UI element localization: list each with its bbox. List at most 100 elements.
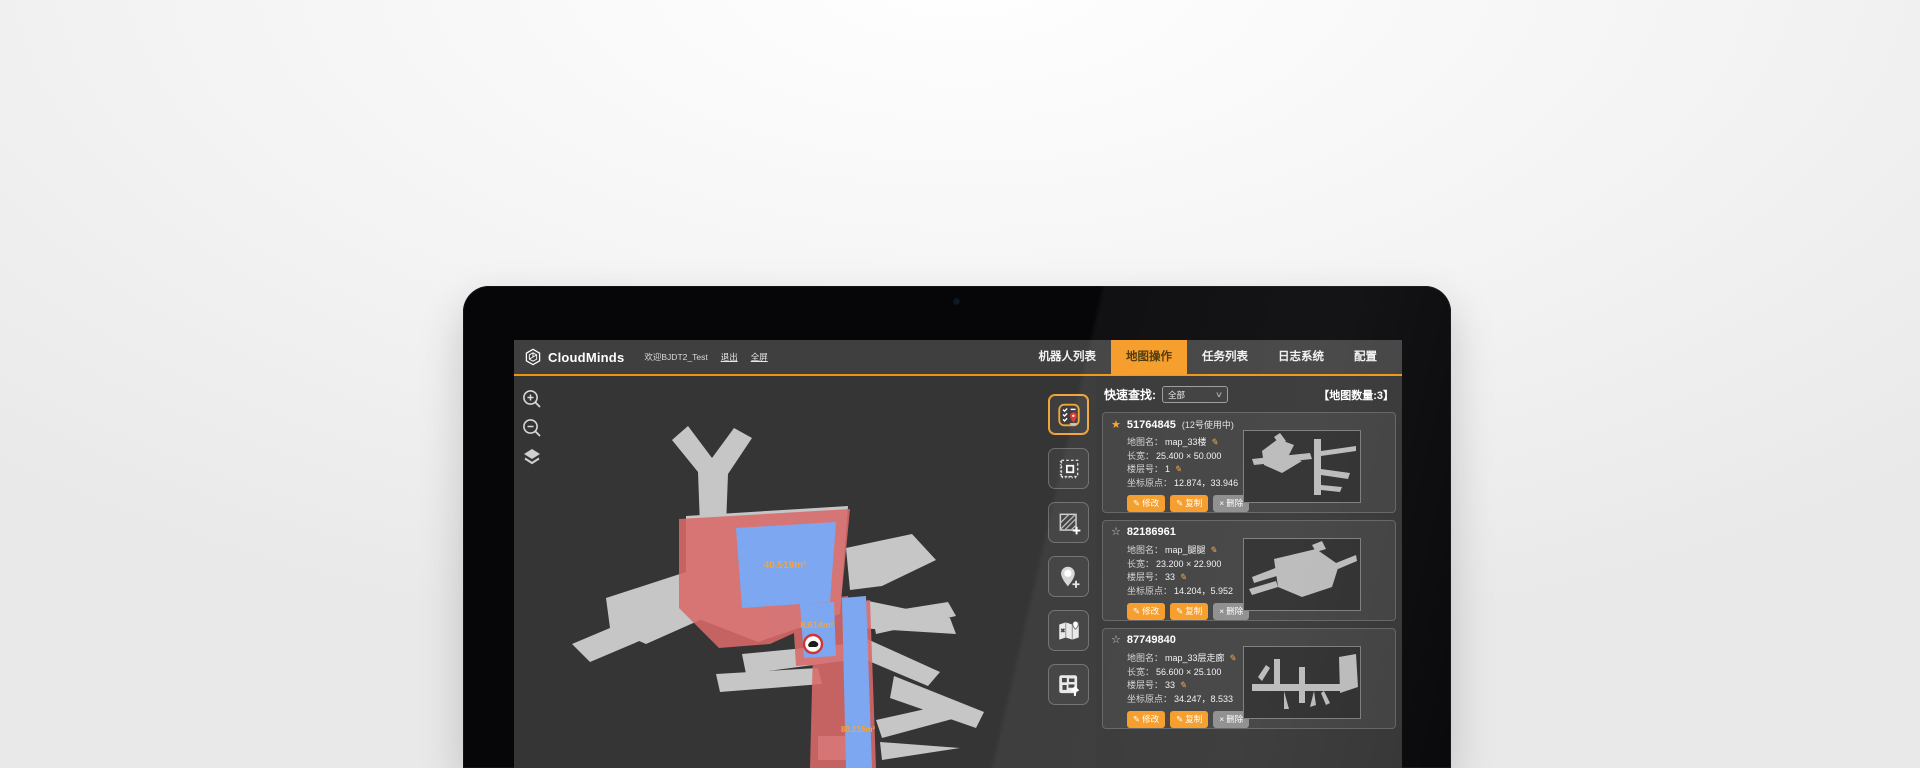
favorite-star-icon[interactable]: ☆ (1111, 526, 1121, 538)
map-marker-button[interactable] (1048, 610, 1089, 651)
map-name-value: map_33楼 (1165, 435, 1207, 448)
field-label-origin: 坐标原点： (1127, 476, 1172, 489)
edit-icon[interactable]: ✎ (1229, 653, 1237, 664)
map-name-value: map_腿腿 (1165, 543, 1206, 556)
map-controls (521, 388, 543, 468)
field-label-name: 地图名： (1127, 651, 1163, 664)
area-label-3: 80.215m² (841, 725, 876, 734)
map-card-2: ☆ 82186961 地图名： map_腿腿 ✎ 长宽： 23.200 × 22… (1102, 520, 1396, 621)
map-origin-value: 34.247，8.533 (1174, 692, 1233, 705)
field-label-origin: 坐标原点： (1127, 584, 1172, 597)
field-label-size: 长宽： (1127, 665, 1154, 678)
chevron-down-icon: ∨ (1215, 390, 1223, 399)
edit-icon[interactable]: ✎ (1174, 464, 1182, 475)
map-id: 87749840 (1127, 634, 1176, 646)
welcome-text: 欢迎BJDT2_Test (644, 351, 707, 363)
edit-icon: ✎ (1176, 607, 1183, 616)
tab-robot-list[interactable]: 机器人列表 (1024, 340, 1112, 375)
area-label-1: 40.519m² (764, 560, 807, 571)
map-id: 51764845 (1127, 419, 1176, 431)
add-zone-icon (1056, 510, 1082, 536)
measure-area-icon (1056, 456, 1082, 482)
map-name-value: map_33层走廊 (1165, 651, 1225, 664)
tab-task-list[interactable]: 任务列表 (1187, 340, 1263, 375)
robot-marker-icon[interactable] (804, 635, 822, 653)
map-origin-value: 12.874，33.946 (1174, 476, 1238, 489)
map-thumbnail-image (1244, 647, 1360, 718)
edit-icon: ✎ (1133, 715, 1140, 724)
map-thumbnail[interactable] (1243, 430, 1361, 503)
edit-icon[interactable]: ✎ (1179, 680, 1187, 691)
upload-map-icon (1056, 672, 1082, 698)
tab-config[interactable]: 配置 (1339, 340, 1392, 375)
map-thumbnail-image (1244, 431, 1360, 502)
tab-map-operations[interactable]: 地图操作 (1111, 340, 1187, 375)
cloudminds-logo-icon (524, 348, 542, 366)
modify-button[interactable]: ✎ 修改 (1127, 711, 1165, 728)
edit-icon: ✎ (1133, 499, 1140, 508)
copy-button[interactable]: ✎ 复制 (1170, 495, 1208, 512)
layers-icon[interactable] (521, 446, 543, 468)
area-label-2: 8.614m² (800, 620, 834, 630)
add-poi-icon (1056, 564, 1082, 590)
map-floor-value: 33 (1165, 680, 1175, 690)
edit-icon: ✎ (1133, 607, 1140, 616)
filter-value: 全部 (1168, 389, 1185, 401)
map-thumbnail[interactable] (1243, 538, 1361, 611)
upload-map-button[interactable] (1048, 664, 1089, 705)
map-area: 40.519m² 8.614m² 80.215m² (514, 376, 1096, 768)
map-floor-value: 1 (1165, 464, 1170, 474)
modify-button[interactable]: ✎ 修改 (1127, 603, 1165, 620)
copy-button[interactable]: ✎ 复制 (1170, 711, 1208, 728)
map-list-panel: 快速查找: 全部 ∨ 【地图数量:3】 ★ 51764845 (12号使用中) … (1096, 376, 1402, 768)
panel-toolbar: 快速查找: 全部 ∨ 【地图数量:3】 (1102, 386, 1396, 403)
edit-icon[interactable]: ✎ (1179, 572, 1187, 583)
map-floor-value: 33 (1165, 572, 1175, 582)
quick-find-label: 快速查找: (1104, 386, 1156, 403)
map-card-3: ☆ 87749840 地图名： map_33层走廊 ✎ 长宽： 56.600 ×… (1102, 628, 1396, 729)
patrol-checklist-button[interactable] (1048, 394, 1089, 435)
map-size-value: 23.200 × 22.900 (1156, 559, 1221, 569)
webcam (954, 299, 959, 304)
edit-icon[interactable]: ✎ (1210, 545, 1218, 556)
map-marker-icon (1056, 618, 1082, 644)
edit-icon[interactable]: ✎ (1211, 437, 1219, 448)
modify-button[interactable]: ✎ 修改 (1127, 495, 1165, 512)
cloudminds-logo: CloudMinds (524, 348, 624, 366)
field-label-floor: 楼层号： (1127, 462, 1163, 475)
field-label-size: 长宽： (1127, 557, 1154, 570)
field-label-floor: 楼层号： (1127, 678, 1163, 691)
field-label-origin: 坐标原点： (1127, 692, 1172, 705)
add-zone-button[interactable] (1048, 502, 1089, 543)
map-card-1: ★ 51764845 (12号使用中) 地图名： map_33楼 ✎ 长宽： 2… (1102, 412, 1396, 513)
laptop-frame: CloudMinds 欢迎BJDT2_Test 退出 全屏 机器人列表 地图操作… (463, 286, 1451, 768)
field-label-name: 地图名： (1127, 435, 1163, 448)
favorite-star-icon[interactable]: ★ (1111, 419, 1121, 431)
map-count-label: 【地图数量:3】 (1318, 387, 1394, 403)
map-canvas[interactable]: 40.519m² 8.614m² 80.215m² (514, 376, 1096, 768)
logo-text: CloudMinds (548, 350, 624, 365)
field-label-name: 地图名： (1127, 543, 1163, 556)
app-header: CloudMinds 欢迎BJDT2_Test 退出 全屏 机器人列表 地图操作… (514, 340, 1402, 376)
field-label-floor: 楼层号： (1127, 570, 1163, 583)
favorite-star-icon[interactable]: ☆ (1111, 634, 1121, 646)
map-thumbnail[interactable] (1243, 646, 1361, 719)
measure-area-button[interactable] (1048, 448, 1089, 489)
map-id: 82186961 (1127, 526, 1176, 538)
zoom-out-icon[interactable] (521, 417, 543, 439)
zoom-in-icon[interactable] (521, 388, 543, 410)
map-filter-select[interactable]: 全部 ∨ (1162, 386, 1228, 403)
logout-link[interactable]: 退出 (721, 351, 738, 363)
map-thumbnail-image (1244, 539, 1360, 610)
edit-icon: ✎ (1176, 715, 1183, 724)
delete-icon: × (1219, 499, 1224, 508)
welcome-area: 欢迎BJDT2_Test 退出 全屏 (644, 351, 767, 363)
map-status: (12号使用中) (1182, 418, 1234, 431)
copy-button[interactable]: ✎ 复制 (1170, 603, 1208, 620)
app-screen: CloudMinds 欢迎BJDT2_Test 退出 全屏 机器人列表 地图操作… (514, 340, 1402, 768)
delete-icon: × (1219, 607, 1224, 616)
tab-log-system[interactable]: 日志系统 (1263, 340, 1339, 375)
main-nav: 机器人列表 地图操作 任务列表 日志系统 配置 (1024, 340, 1393, 375)
add-poi-button[interactable] (1048, 556, 1089, 597)
fullscreen-link[interactable]: 全屏 (751, 351, 768, 363)
